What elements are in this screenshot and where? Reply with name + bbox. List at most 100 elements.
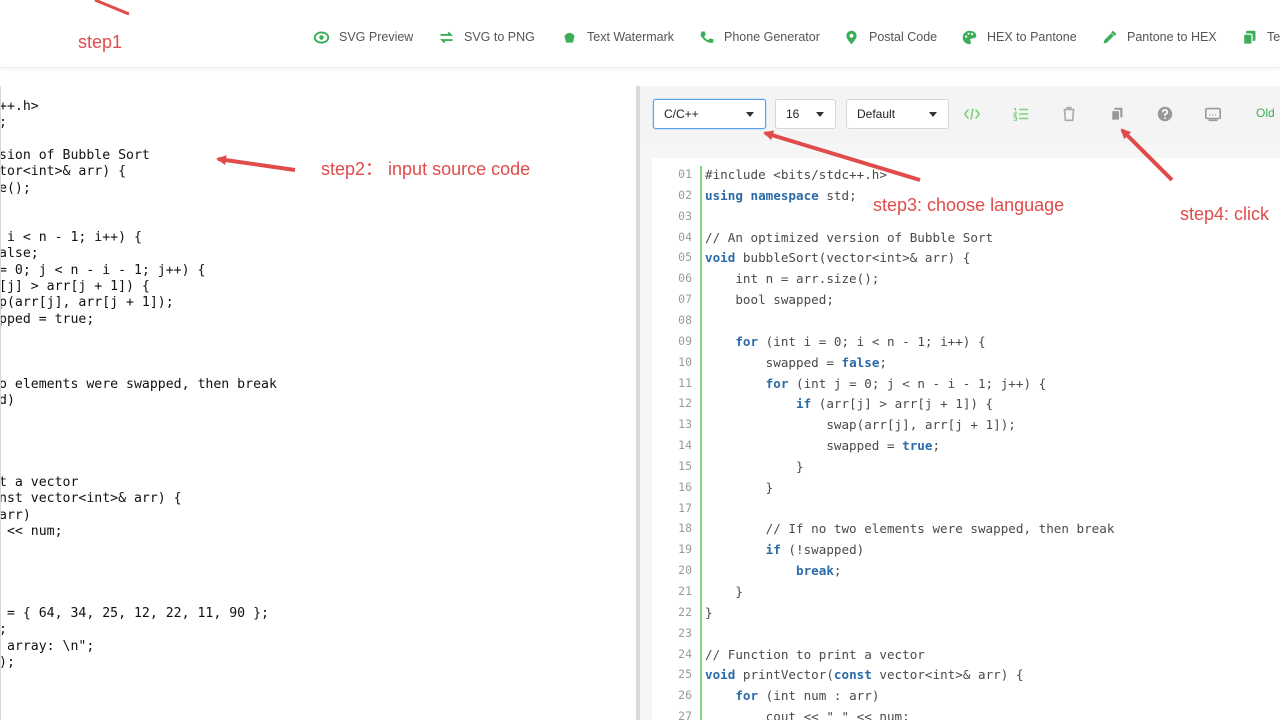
code-line: 23 — [652, 623, 1280, 644]
code-text: swap(arr[j], arr[j + 1]); — [705, 417, 1016, 433]
code-line: 08 — [652, 310, 1280, 331]
palette-icon — [962, 30, 977, 44]
line-number: 23 — [678, 625, 692, 640]
code-icon[interactable] — [963, 105, 981, 123]
code-line: 18 // If no two elements were swapped, t… — [652, 518, 1280, 539]
font-size-select[interactable]: 16 — [775, 99, 836, 129]
code-text: void bubbleSort(vector<int>& arr) { — [705, 250, 971, 266]
code-text: swapped = true; — [705, 438, 941, 454]
code-text: #include <bits/stdc++.h> — [705, 167, 887, 182]
source-line: tor<int>& arr) { — [0, 164, 127, 180]
line-number: 26 — [678, 688, 692, 703]
map-pin-icon — [846, 30, 857, 44]
source-line: i < n - 1; i++) { — [0, 229, 142, 245]
code-line: 07 bool swapped; — [652, 289, 1280, 310]
line-number: 06 — [678, 271, 692, 286]
code-preview[interactable]: 01 #include <bits/stdc++.h> 02 using namesp… — [652, 158, 1280, 720]
line-number: 11 — [678, 375, 692, 390]
code-text: break; — [796, 563, 842, 579]
source-line: t a vector — [0, 475, 79, 491]
language-select[interactable]: C/C++ — [653, 99, 766, 129]
code-text: // If no two elements were swapped, then… — [705, 521, 1115, 537]
code-line: 10 swapped = false; — [652, 352, 1280, 373]
line-number: 27 — [678, 709, 692, 720]
line-number: 13 — [678, 417, 692, 432]
source-line: e(); — [0, 180, 31, 196]
code-text: for (int j = 0; j < n - i - 1; j++) { — [765, 375, 1047, 391]
swap-arrows-icon — [439, 31, 454, 43]
nav-label: HEX to Pantone — [987, 30, 1077, 44]
copy-icon — [1242, 30, 1256, 45]
line-number: 17 — [678, 500, 692, 515]
code-text: } — [705, 604, 713, 620]
nav-phone-generator[interactable]: Phone Generator — [698, 27, 820, 47]
language-value: C/C++ — [664, 107, 699, 121]
annotation-step1: step1 — [78, 32, 123, 52]
code-line: 20 break; — [652, 560, 1280, 581]
code-line: 25 void printVector(const vector<int>& ar… — [652, 664, 1280, 685]
nav-text-watermark[interactable]: Text Watermark — [561, 27, 674, 47]
code-line: 09 for (int i = 0; i < n - 1; i++) { — [652, 331, 1280, 352]
nav-svg-preview[interactable]: SVG Preview — [313, 27, 413, 47]
code-text: } — [705, 584, 743, 599]
code-line: 05 void bubbleSort(vector<int>& arr) { — [652, 247, 1280, 268]
code-text: void printVector(const vector<int>& arr)… — [705, 667, 1024, 683]
code-line: 19 if (!swapped) — [652, 539, 1280, 560]
code-line: 24 // Function to print a vector — [652, 644, 1280, 665]
line-number: 03 — [678, 208, 692, 223]
monitor-icon[interactable] — [1204, 105, 1222, 123]
nav-postal-code[interactable]: Postal Code — [843, 27, 937, 47]
source-line: array: \n"; — [0, 638, 95, 654]
line-number: 16 — [678, 479, 692, 494]
code-text: // An optimized version of Bubble Sort — [705, 229, 994, 245]
nav-label: SVG Preview — [339, 30, 414, 44]
nav-hex-to-pantone[interactable]: HEX to Pantone — [961, 27, 1077, 47]
source-code-input[interactable]: ++.h>; sion of Bubble Sorttor<int>& arr) … — [0, 86, 636, 720]
code-text: } — [705, 458, 804, 474]
line-number: 10 — [678, 354, 692, 369]
source-line: d) — [0, 393, 15, 409]
code-text: if (arr[j] > arr[j + 1]) { — [796, 396, 994, 412]
old-version-link[interactable]: Old — [1256, 106, 1275, 120]
line-number: 24 — [678, 646, 692, 661]
code-line: 13 swap(arr[j], arr[j + 1]); — [652, 414, 1280, 435]
line-number: 19 — [678, 542, 692, 557]
theme-select[interactable]: Default — [846, 99, 949, 129]
code-line: 17 — [652, 498, 1280, 519]
eyedropper-icon — [1103, 30, 1117, 43]
code-line: 14 swapped = true; — [652, 435, 1280, 456]
source-line: arr) — [0, 507, 31, 523]
source-line: ; — [1, 621, 7, 638]
source-line: o elements were swapped, then break — [0, 376, 277, 392]
line-number: 15 — [678, 458, 692, 473]
code-line: 27 cout << " " << num; — [652, 706, 1280, 720]
line-number: 25 — [678, 667, 692, 682]
line-number: 14 — [678, 438, 692, 453]
copy-code-icon[interactable] — [1108, 105, 1126, 123]
trash-icon[interactable] — [1060, 105, 1078, 123]
nav-label: Pantone to HEX — [1127, 30, 1217, 44]
nav-label: Postal Code — [869, 30, 938, 44]
source-line: = { 64, 34, 25, 12, 22, 11, 90 }; — [0, 605, 269, 621]
line-number: 20 — [678, 563, 692, 578]
help-icon[interactable] — [1156, 105, 1174, 123]
source-line: = 0; j < n - i - 1; j++) { — [0, 262, 206, 278]
code-text: for (int num : arr) — [735, 688, 880, 704]
source-line: ); — [0, 654, 15, 670]
chevron-down-icon — [929, 112, 937, 117]
theme-value: Default — [857, 107, 896, 121]
nav-pantone-to-hex[interactable]: Pantone to HEX — [1101, 27, 1217, 47]
nav-svg-to-png[interactable]: SVG to PNG — [438, 27, 535, 47]
line-number: 02 — [678, 187, 692, 202]
code-line: 15 } — [652, 456, 1280, 477]
nav-label: Text Watermark — [587, 30, 675, 44]
phone-icon — [700, 31, 714, 43]
line-numbers-icon[interactable] — [1012, 105, 1030, 123]
annotation-step2: step2： input source code — [321, 159, 531, 179]
annotation-step4: step4: click — [1180, 204, 1270, 224]
code-line: 01 #include <bits/stdc++.h> — [652, 164, 1280, 185]
font-size-value: 16 — [786, 107, 800, 121]
nav-text-tools[interactable]: Te — [1241, 27, 1280, 47]
line-number: 01 — [678, 167, 692, 181]
source-line: [j] > arr[j + 1]) { — [0, 278, 150, 294]
